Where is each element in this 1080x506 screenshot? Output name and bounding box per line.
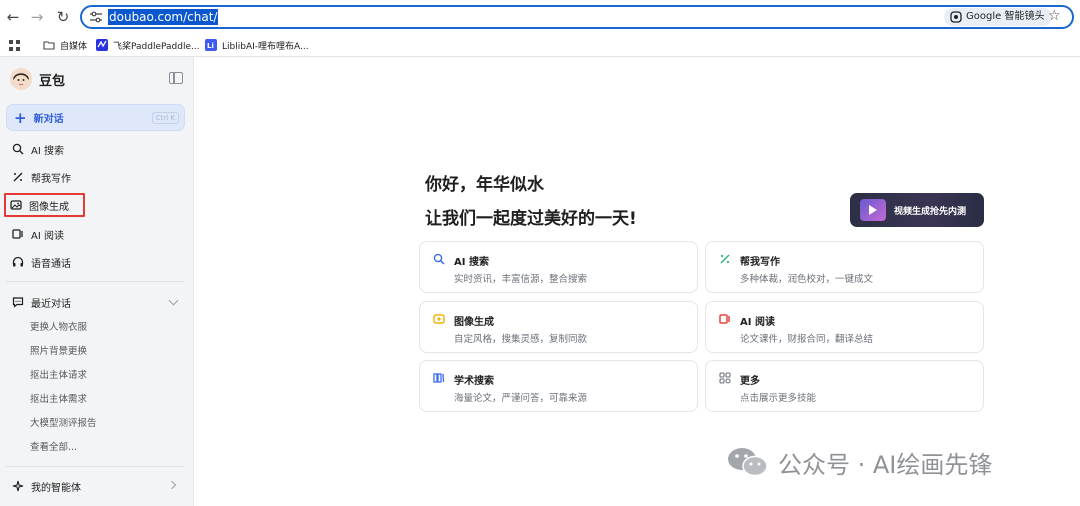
sparkle-icon	[12, 480, 24, 492]
plus-icon: +	[14, 108, 27, 127]
writing-icon	[13, 172, 23, 182]
sidebar-item-label: AI 阅读	[31, 230, 64, 242]
browser-toolbar: ← → ↻ doubao.com/chat/ Google 智能镜头 ☆	[0, 0, 1080, 33]
sidebar-item-voice-call[interactable]: 语音通话	[6, 250, 185, 274]
card-title: 图像生成	[454, 317, 494, 328]
chevron-right-icon	[167, 480, 177, 490]
bookmark-label: 自媒体	[60, 41, 88, 52]
sidebar-item-image-generate[interactable]: 图像生成	[4, 193, 85, 217]
recent-chats-title: 最近对话	[31, 298, 71, 310]
writing-icon	[720, 254, 730, 264]
address-bar[interactable]: doubao.com/chat/ Google 智能镜头 ☆	[80, 5, 1074, 29]
lens-label: Google 智能镜头	[966, 11, 1045, 22]
new-chat-label: 新对话	[33, 114, 64, 125]
bookmark-liblib[interactable]: Li LiblibAI-哩布哩布A...	[205, 37, 309, 53]
card-description: 论文课件，财报合同，翻译总结	[740, 334, 874, 345]
bookmark-folder-zimeiti[interactable]: 自媒体	[43, 37, 87, 53]
skill-card-image-generate[interactable]: 图像生成 自定风格，搜集灵感，复制同款	[419, 301, 698, 353]
apps-grid-icon[interactable]	[9, 38, 21, 54]
image-generate-icon	[433, 314, 445, 324]
recent-chat-item[interactable]: 抠出主体需求	[30, 392, 180, 408]
sidebar-item-label: 帮我写作	[31, 173, 71, 185]
bookmark-star-icon[interactable]: ☆	[1048, 8, 1061, 24]
watermark-text: 公众号 · AI绘画先锋	[778, 450, 993, 479]
promo-label: 视频生成抢先内测	[894, 206, 967, 217]
brand-name: 豆包	[39, 73, 66, 89]
site-settings-icon[interactable]	[89, 10, 103, 24]
recent-chat-item[interactable]: 大模型测评报告	[30, 416, 180, 432]
card-description: 自定风格，搜集灵感，复制同款	[454, 334, 588, 345]
back-icon[interactable]: ←	[2, 6, 24, 28]
sidebar-item-label: 语音通话	[31, 258, 71, 270]
video-play-icon	[860, 199, 886, 221]
recent-chat-item[interactable]: 更换人物衣服	[30, 320, 180, 336]
sidebar-item-writing[interactable]: 帮我写作	[6, 165, 185, 189]
card-description: 海量论文，严谨问答，可靠来源	[454, 393, 588, 404]
lens-icon	[950, 11, 962, 23]
skill-card-ai-reading[interactable]: AI 阅读 论文课件，财报合同，翻译总结	[705, 301, 984, 353]
skill-card-academic-search[interactable]: 学术搜索 海量论文，严谨问答，可靠来源	[419, 360, 698, 412]
card-title: 帮我写作	[740, 257, 780, 268]
sidebar-collapse-icon[interactable]	[169, 72, 183, 84]
more-grid-icon	[719, 372, 731, 384]
video-generation-promo-button[interactable]: 视频生成抢先内测	[850, 193, 984, 227]
headphones-icon	[12, 256, 24, 267]
reload-icon[interactable]: ↻	[52, 6, 74, 28]
sidebar-item-label: 图像生成	[29, 201, 69, 213]
chevron-down-icon[interactable]	[168, 295, 179, 306]
skill-card-more[interactable]: 更多 点击展示更多技能	[705, 360, 984, 412]
ai-search-icon	[433, 253, 445, 265]
liblib-favicon: Li	[205, 39, 217, 51]
recent-chat-item[interactable]: 照片背景更换	[30, 344, 180, 360]
sidebar-divider	[6, 466, 185, 467]
svg-text:Li: Li	[207, 42, 214, 50]
card-title: 更多	[740, 376, 760, 387]
sidebar-item-ai-reading[interactable]: AI 阅读	[6, 222, 185, 246]
my-agents-item[interactable]: 我的智能体	[6, 477, 185, 495]
sidebar-item-ai-search[interactable]: AI 搜索	[6, 137, 185, 161]
folder-icon	[43, 41, 55, 50]
academic-search-icon	[433, 373, 445, 383]
sidebar-divider	[6, 281, 185, 282]
card-description: 点击展示更多技能	[740, 393, 817, 404]
card-title: 学术搜索	[454, 376, 494, 387]
new-chat-button[interactable]: + 新对话 Ctrl K	[6, 104, 185, 131]
paddle-favicon	[96, 39, 108, 51]
skill-card-writing[interactable]: 帮我写作 多种体裁，润色校对，一键成文	[705, 241, 984, 293]
greeting-subtitle: 让我们一起度过美好的一天!	[425, 209, 637, 229]
image-generate-icon	[10, 200, 22, 210]
my-agents-label: 我的智能体	[31, 482, 81, 494]
ai-search-icon	[12, 143, 24, 155]
chat-bubble-icon	[12, 297, 24, 308]
recent-chats-header[interactable]: 最近对话	[6, 293, 185, 311]
forward-icon[interactable]: →	[26, 6, 48, 28]
bookmark-paddle[interactable]: 飞桨PaddlePaddle...	[96, 37, 200, 53]
skill-card-ai-search[interactable]: AI 搜索 实时资讯，丰富信源，整合搜索	[419, 241, 698, 293]
shortcut-hint: Ctrl K	[151, 112, 179, 124]
bookmarks-bar: 自媒体 飞桨PaddlePaddle... Li LiblibAI-哩布哩布A.…	[0, 33, 1080, 57]
ai-reading-icon	[12, 229, 23, 239]
card-description: 实时资讯，丰富信源，整合搜索	[454, 274, 588, 285]
google-lens-button[interactable]: Google 智能镜头	[944, 8, 1053, 26]
sidebar: 豆包 + 新对话 Ctrl K AI 搜索 帮我写作 图像生成 AI 阅读 语音…	[0, 57, 194, 506]
card-title: AI 阅读	[740, 317, 775, 328]
sidebar-item-label: AI 搜索	[31, 145, 64, 157]
recent-chat-item[interactable]: 抠出主体请求	[30, 368, 180, 384]
brand[interactable]: 豆包	[10, 67, 65, 91]
bookmark-label: 飞桨PaddlePaddle...	[113, 41, 200, 52]
avatar	[10, 68, 32, 90]
ai-reading-icon	[719, 314, 730, 324]
url-text[interactable]: doubao.com/chat/	[108, 9, 219, 25]
wechat-icon	[728, 448, 768, 477]
card-description: 多种体裁，润色校对，一键成文	[740, 274, 874, 285]
card-title: AI 搜索	[454, 257, 489, 268]
watermark: 公众号 · AI绘画先锋	[726, 444, 992, 480]
bookmark-label: LiblibAI-哩布哩布A...	[222, 41, 309, 52]
greeting-title: 你好，年华似水	[425, 175, 544, 195]
view-all-chats-link[interactable]: 查看全部...	[30, 440, 180, 456]
